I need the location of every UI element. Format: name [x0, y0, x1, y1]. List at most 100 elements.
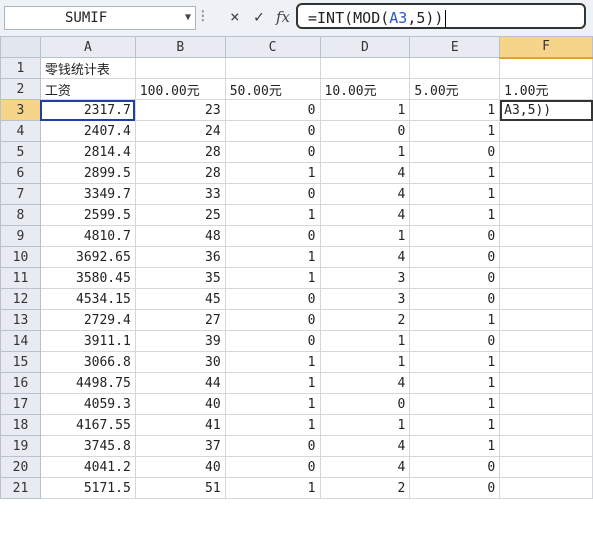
cell[interactable]: 2	[319, 477, 411, 499]
cell[interactable]: 2599.5	[39, 204, 136, 226]
fill-handle[interactable]	[132, 118, 135, 120]
cell[interactable]	[499, 330, 593, 352]
cell[interactable]: 0	[224, 330, 321, 352]
cell[interactable]	[134, 57, 226, 79]
cell[interactable]: 0	[409, 288, 501, 310]
cell[interactable]: 3580.45	[39, 267, 136, 289]
cell[interactable]	[499, 288, 593, 310]
cell[interactable]: 4059.3	[39, 393, 136, 415]
cell[interactable]: 3	[319, 267, 411, 289]
cell[interactable]: 0	[409, 330, 501, 352]
cell[interactable]	[499, 351, 593, 373]
cell[interactable]	[499, 477, 593, 499]
cell[interactable]: 0	[409, 477, 501, 499]
row-header[interactable]: 15	[0, 351, 41, 373]
cell[interactable]: 4	[319, 183, 411, 205]
cell[interactable]: 1	[409, 204, 501, 226]
cell[interactable]: 1	[224, 162, 321, 184]
cell[interactable]: 1	[224, 246, 321, 268]
row-header[interactable]: 18	[0, 414, 41, 436]
cell[interactable]: 1	[409, 162, 501, 184]
cell[interactable]: 0	[409, 246, 501, 268]
cancel-button[interactable]: ×	[230, 7, 240, 27]
cell[interactable]: 4	[319, 435, 411, 457]
cell[interactable]: 3	[319, 288, 411, 310]
cell[interactable]: 100.00元	[134, 78, 226, 100]
cell[interactable]: 0	[224, 225, 321, 247]
cell[interactable]: 0	[409, 141, 501, 163]
cell[interactable]: 4	[319, 372, 411, 394]
cell[interactable]: 1	[319, 351, 411, 373]
column-header[interactable]: C	[224, 36, 321, 58]
cell[interactable]: 1	[409, 183, 501, 205]
cell[interactable]: 33	[134, 183, 226, 205]
row-header[interactable]: 19	[0, 435, 41, 457]
cell[interactable]: 4	[319, 204, 411, 226]
cell[interactable]	[224, 57, 321, 79]
cell[interactable]: 5.00元	[409, 78, 501, 100]
cell[interactable]	[499, 309, 593, 331]
cell[interactable]: A3,5))	[499, 99, 593, 121]
cell[interactable]: 4041.2	[39, 456, 136, 478]
cell[interactable]: 0	[224, 141, 321, 163]
cell[interactable]: 1	[409, 372, 501, 394]
cell[interactable]: 36	[134, 246, 226, 268]
cell[interactable]: 2729.4	[39, 309, 136, 331]
cell[interactable]: 1	[319, 141, 411, 163]
column-header[interactable]: D	[319, 36, 411, 58]
cell[interactable]: 1	[319, 414, 411, 436]
cell[interactable]: 37	[134, 435, 226, 457]
cell[interactable]: 27	[134, 309, 226, 331]
row-header[interactable]: 3	[0, 99, 41, 121]
cell[interactable]: 28	[134, 162, 226, 184]
cell[interactable]	[499, 414, 593, 436]
cell[interactable]: 0	[409, 225, 501, 247]
cell[interactable]: 0	[224, 183, 321, 205]
cell[interactable]: 5171.5	[39, 477, 136, 499]
row-header[interactable]: 11	[0, 267, 41, 289]
row-header[interactable]: 1	[0, 57, 41, 79]
select-all-corner[interactable]	[0, 36, 41, 58]
cell[interactable]	[499, 162, 593, 184]
cell[interactable]: 4810.7	[39, 225, 136, 247]
cell[interactable]: 1	[224, 267, 321, 289]
enter-button[interactable]: ✓	[254, 7, 264, 27]
column-header[interactable]: B	[134, 36, 226, 58]
chevron-down-icon[interactable]: ▼	[185, 7, 191, 29]
row-header[interactable]: 10	[0, 246, 41, 268]
cell[interactable]: 4498.75	[39, 372, 136, 394]
cell[interactable]: 3349.7	[39, 183, 136, 205]
cell[interactable]: 1	[319, 225, 411, 247]
column-header[interactable]: F	[499, 36, 593, 59]
cell[interactable]: 40	[134, 393, 226, 415]
column-header[interactable]: E	[409, 36, 501, 58]
cell[interactable]: 50.00元	[224, 78, 321, 100]
cell[interactable]: 0	[319, 120, 411, 142]
row-header[interactable]: 17	[0, 393, 41, 415]
name-box[interactable]: SUMIF ▼	[4, 6, 196, 30]
cell[interactable]: 23	[134, 99, 226, 121]
row-header[interactable]: 16	[0, 372, 41, 394]
cell[interactable]: 2	[319, 309, 411, 331]
cell[interactable]: 2407.4	[39, 120, 136, 142]
cell[interactable]: 0	[319, 393, 411, 415]
cell[interactable]: 0	[409, 267, 501, 289]
cell[interactable]	[499, 57, 593, 79]
cell[interactable]: 41	[134, 414, 226, 436]
cell[interactable]: 0	[409, 456, 501, 478]
cell[interactable]: 40	[134, 456, 226, 478]
cell[interactable]: 1.00元	[499, 78, 593, 100]
cell[interactable]: 1	[409, 120, 501, 142]
cell[interactable]: 28	[134, 141, 226, 163]
cell[interactable]: 4	[319, 456, 411, 478]
cell[interactable]: 3911.1	[39, 330, 136, 352]
cell[interactable]	[319, 57, 411, 79]
row-header[interactable]: 20	[0, 456, 41, 478]
row-header[interactable]: 6	[0, 162, 41, 184]
cell[interactable]: 30	[134, 351, 226, 373]
cell[interactable]: 0	[224, 120, 321, 142]
cell[interactable]	[499, 141, 593, 163]
cell[interactable]: 1	[409, 414, 501, 436]
cell[interactable]: 2317.7	[39, 99, 136, 121]
cell[interactable]: 1	[409, 309, 501, 331]
